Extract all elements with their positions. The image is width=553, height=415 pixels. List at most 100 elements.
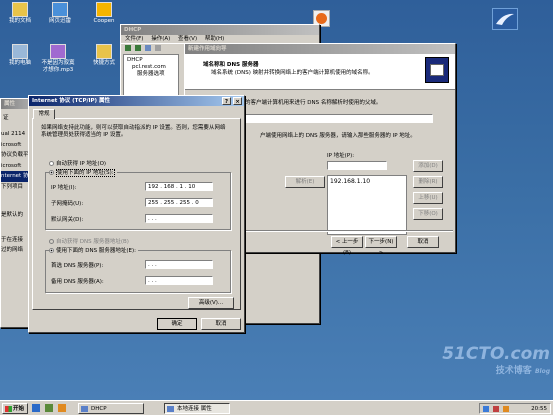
tcpip-titlebar[interactable]: Internet 协议 (TCP/IP) 属性 ? × (29, 96, 244, 106)
quick-launch-ie-icon[interactable] (32, 404, 40, 412)
mp3-file-glyph (50, 44, 66, 59)
mp3-file-icon[interactable]: 不是因为寂寞才想你.mp3 (40, 44, 76, 74)
network-task-icon (167, 406, 174, 412)
cancel-button[interactable]: 取消 (201, 318, 241, 330)
alternate-dns-field[interactable]: . . . (145, 276, 213, 285)
tree-root[interactable]: DHCP (127, 57, 175, 64)
desktop-icon-label: 快捷方式 (92, 60, 115, 66)
desktop-icon-label: 我的电脑 (8, 60, 31, 66)
auto-ip-radio[interactable] (49, 161, 54, 166)
coopen-glyph (96, 2, 112, 17)
move-up-button[interactable]: 上移(U) (413, 192, 443, 204)
corner-logo[interactable] (492, 8, 518, 30)
help-button[interactable]: ? (222, 97, 231, 105)
gateway-label: 默认网关(D): (51, 217, 84, 223)
menu-file[interactable]: 文件(F) (125, 36, 143, 42)
wizard-title: 新建作用域向导 (188, 46, 227, 52)
shortcut-glyph (96, 44, 112, 59)
manual-dns-option[interactable]: 使用下面的 DNS 服务器地址(E): (49, 246, 138, 254)
task-dhcp-label: DHCP (91, 406, 107, 412)
properties-icon[interactable] (154, 45, 161, 51)
auto-ip-label: 自动获得 IP 地址(O) (56, 161, 107, 167)
conn-tab[interactable]: 证 (3, 113, 9, 121)
watermark: 51CTO.com 技术博客 Blog (400, 344, 550, 376)
manual-ip-radio[interactable] (49, 170, 54, 175)
thunder-download-glyph (52, 2, 68, 17)
wizard-cancel-button[interactable]: 取消 (407, 236, 439, 248)
dhcp-task-icon (81, 406, 88, 412)
subnet-mask-field[interactable]: 255 . 255 . 255 . 0 (145, 198, 213, 207)
task-connection-properties[interactable]: 本地连接 属性 (164, 403, 230, 414)
menu-view[interactable]: 查看(V) (178, 36, 197, 42)
back-button[interactable]: < 上一步(B) (331, 236, 363, 256)
system-tray: 20:55 (479, 403, 551, 414)
wizard-header-title: 域名称和 DNS 服务器 (203, 62, 259, 68)
dhcp-menubar: 文件(F) 操作(A) 查看(V) 帮助(H) (121, 35, 319, 43)
ip-address-field[interactable]: 192 . 168 . 1 . 10 (145, 182, 213, 191)
forward-icon[interactable] (134, 45, 141, 51)
tree-server[interactable]: pcl.rest.com (127, 64, 175, 71)
my-computer-glyph (12, 44, 28, 59)
move-down-button[interactable]: 下移(O) (413, 208, 443, 220)
manual-dns-radio[interactable] (49, 248, 54, 253)
gateway-field[interactable]: . . . (145, 214, 213, 223)
remove-button[interactable]: 删除(R) (413, 176, 443, 188)
menu-help[interactable]: 帮助(H) (205, 36, 224, 42)
tab-general[interactable]: 常规 (33, 109, 55, 119)
wizard-titlebar[interactable]: 新建作用域向导 (185, 44, 455, 54)
windows-logo-icon (5, 406, 12, 412)
my-computer-icon[interactable]: 我的电脑 (2, 44, 38, 67)
watermark-sub: 技术博客 (495, 366, 532, 376)
clock[interactable]: 20:55 (531, 405, 547, 413)
tcpip-title: Internet 协议 (TCP/IP) 属性 (32, 98, 110, 104)
taskbar: 开始 DHCP 本地连接 属性 20:55 (0, 400, 553, 415)
wizard-header: 域名称和 DNS 服务器 域名系统 (DNS) 映射并转换网络上的客户端计算机使… (185, 54, 455, 90)
parent-domain-field[interactable] (245, 114, 433, 123)
start-button[interactable]: 开始 (2, 403, 28, 414)
tray-volume-icon[interactable] (493, 406, 499, 412)
desktop-icon-label: 我的文档 (8, 18, 31, 24)
advanced-button[interactable]: 高级(V)... (188, 297, 234, 309)
tree-options[interactable]: 服务器选项 (127, 71, 175, 78)
close-button[interactable]: × (233, 97, 242, 105)
tcpip-dialog: Internet 协议 (TCP/IP) 属性 ? × 常规 如果网络支持此功能… (28, 95, 245, 333)
coopen-icon[interactable]: Coopen (86, 2, 122, 25)
back-icon[interactable] (125, 45, 131, 51)
task-conn-label: 本地连接 属性 (177, 406, 212, 412)
tray-network-icon[interactable] (483, 406, 489, 412)
ip-address-label: IP 地址(I): (51, 185, 77, 191)
wizard-logo-icon (425, 57, 449, 83)
console-icon[interactable] (144, 45, 151, 51)
add-button[interactable]: 添加(D) (413, 160, 443, 172)
alternate-dns-label: 备用 DNS 服务器(A): (51, 279, 104, 285)
tray-app-icon[interactable] (503, 406, 509, 412)
wizard-ip-entry[interactable] (327, 161, 387, 170)
thunder-download-icon[interactable]: 网页迅雷 (42, 2, 78, 25)
my-documents-glyph (12, 2, 28, 17)
task-dhcp[interactable]: DHCP (78, 403, 144, 414)
menu-action[interactable]: 操作(A) (151, 36, 170, 42)
resolve-button[interactable]: 解析(E) (285, 176, 325, 188)
quick-launch (32, 404, 66, 414)
auto-dns-radio (49, 239, 54, 244)
wizard-header-desc: 域名系统 (DNS) 映射并转换网络上的客户端计算机使用的域名称。 (211, 70, 374, 76)
manual-dns-label: 使用下面的 DNS 服务器地址(E): (56, 248, 136, 254)
start-label: 开始 (13, 406, 25, 412)
quick-launch-desktop-icon[interactable] (44, 404, 53, 412)
ok-button[interactable]: 确定 (157, 318, 197, 330)
quick-launch-media-icon[interactable] (57, 404, 66, 412)
auto-ip-option[interactable]: 自动获得 IP 地址(O) (49, 159, 106, 167)
preferred-dns-field[interactable]: . . . (145, 260, 213, 269)
tab-panel: 如果网络支持此功能，则可以获取自动指派的 IP 设置。否则，您需要从网络系统管理… (32, 118, 241, 310)
auto-dns-label: 自动获得 DNS 服务器地址(B) (56, 239, 129, 245)
shortcut-icon[interactable]: 快捷方式 (86, 44, 122, 67)
dns-server-list[interactable]: 192.168.1.10 (327, 175, 407, 235)
desktop-icon-label: 网页迅雷 (48, 18, 71, 24)
my-documents-icon[interactable]: 我的文档 (2, 2, 38, 25)
manual-ip-label: 使用下面的 IP 地址(S): (56, 169, 115, 177)
next-button[interactable]: 下一步(N) > (365, 236, 397, 256)
manual-ip-option[interactable]: 使用下面的 IP 地址(S): (49, 168, 117, 177)
wizard-line2: 户端使用网络上的 DNS 服务器，请输入那些服务器的 IP 地址。 (260, 133, 416, 139)
dhcp-titlebar[interactable]: DHCP (121, 25, 319, 35)
dns-list-item[interactable]: 192.168.1.10 (330, 178, 404, 185)
